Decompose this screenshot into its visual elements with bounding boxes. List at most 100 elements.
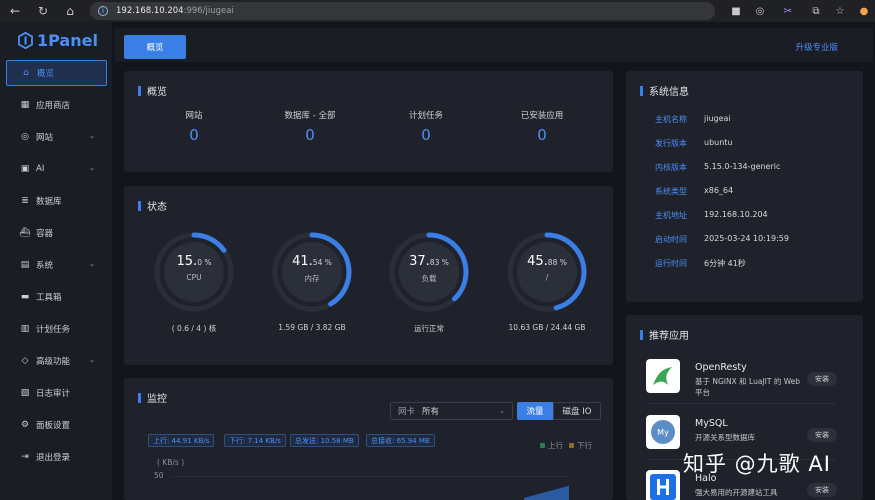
chevron-down-icon: ⌄ bbox=[89, 260, 95, 268]
profile-icon[interactable]: ● bbox=[856, 3, 872, 19]
status-gauge: 41.54 % 内存 bbox=[270, 230, 354, 314]
sidebar-item-11[interactable]: ⚙ 面板设置 bbox=[6, 412, 107, 438]
legend-upload-swatch bbox=[540, 443, 545, 448]
sidebar-item-label: AI bbox=[36, 164, 45, 174]
status-gauge: 37.83 % 负载 bbox=[387, 230, 471, 314]
task-icon: ▥ bbox=[20, 324, 30, 334]
traffic-button[interactable]: 流量 bbox=[517, 402, 553, 420]
app-name: MySQL bbox=[695, 418, 728, 429]
sidebar-item-9[interactable]: ◇ 高级功能 ⌄ bbox=[6, 348, 107, 374]
sidebar-item-3[interactable]: ▣ AI ⌄ bbox=[6, 156, 107, 182]
traffic-chart-area bbox=[524, 486, 569, 500]
container-icon: ⛴ bbox=[19, 228, 31, 238]
app-desc: 开源关系型数据库 bbox=[695, 433, 755, 442]
brand-name: 1Panel bbox=[37, 30, 98, 50]
overview-stat[interactable]: 计划任务 0 bbox=[371, 109, 481, 144]
chevron-down-icon: ⌄ bbox=[89, 356, 95, 364]
sidebar-item-label: 系统 bbox=[36, 261, 54, 271]
install-button[interactable]: 安装 bbox=[807, 372, 837, 386]
divider bbox=[646, 403, 836, 404]
nic-label: 网卡 bbox=[398, 407, 416, 417]
sidebar-item-6[interactable]: ▤ 系统 ⌄ bbox=[6, 252, 107, 278]
sidebar-item-8[interactable]: ▥ 计划任务 bbox=[6, 316, 107, 342]
database-icon: ≣ bbox=[21, 196, 29, 206]
hexagon-logo-icon bbox=[18, 31, 33, 49]
site-info-icon[interactable]: i bbox=[98, 6, 108, 16]
extension-shield-icon[interactable]: ■ bbox=[728, 3, 744, 19]
sidebar-item-label: 容器 bbox=[36, 229, 54, 239]
extension-puzzle-icon[interactable]: ⧉ bbox=[808, 3, 824, 19]
logout-icon: ⇥ bbox=[21, 452, 29, 462]
sidebar-item-12[interactable]: ⇥ 退出登录 bbox=[6, 444, 107, 470]
chevron-down-icon: ⌄ bbox=[89, 164, 95, 172]
sysinfo-value: 192.168.10.204 bbox=[704, 210, 768, 219]
gauge-value: 15.0 % bbox=[176, 254, 212, 269]
y-axis-unit: ( KB/s ) bbox=[157, 458, 185, 467]
legend-download-swatch bbox=[569, 443, 574, 448]
sysinfo-row: 内核版本 5.15.0-134-generic bbox=[655, 162, 780, 174]
stat-label: 已安装应用 bbox=[520, 111, 564, 121]
back-icon[interactable]: ← bbox=[4, 0, 26, 22]
gauge-footnote: 1.59 GB / 3.82 GB bbox=[278, 323, 346, 332]
brand-logo[interactable]: 1Panel bbox=[18, 30, 98, 50]
nic-select[interactable]: 网卡 所有 ⌄ bbox=[390, 402, 513, 420]
gauge-value: 41.54 % bbox=[292, 254, 332, 269]
sidebar-item-7[interactable]: ▬ 工具箱 bbox=[6, 284, 107, 310]
toolbox-icon: ▬ bbox=[20, 292, 30, 302]
sidebar-item-label: 概览 bbox=[37, 69, 55, 79]
sidebar-item-2[interactable]: ◎ 网站 ⌄ bbox=[6, 124, 107, 150]
install-button[interactable]: 安装 bbox=[807, 428, 837, 442]
gauge-footnote: ( 0.6 / 4 ) 核 bbox=[171, 324, 217, 333]
url-path: :996/jiugeai bbox=[183, 6, 234, 16]
sysinfo-value: 2025-03-24 10:19:59 bbox=[704, 234, 789, 243]
sidebar-item-5[interactable]: ⛴ 容器 bbox=[6, 220, 107, 246]
stat-label: 网站 bbox=[185, 111, 203, 121]
gauge-value: 37.83 % bbox=[409, 254, 449, 269]
overview-title: 概览 bbox=[138, 83, 167, 98]
sysinfo-row: 发行版本 ubuntu bbox=[655, 138, 733, 150]
top-tab-bar: 概览 升级专业版 bbox=[115, 28, 873, 62]
sidebar-item-4[interactable]: ≣ 数据库 bbox=[6, 188, 107, 214]
extension-compass-icon[interactable]: ◎ bbox=[752, 3, 768, 19]
sidebar-item-label: 日志审计 bbox=[36, 389, 71, 399]
robot-icon: ▣ bbox=[20, 164, 30, 174]
globe-icon: ◎ bbox=[21, 132, 29, 142]
overview-stat[interactable]: 数据库 - 全部 0 bbox=[255, 109, 365, 144]
extension-scissors-icon[interactable]: ✂ bbox=[780, 3, 796, 19]
install-button[interactable]: 安装 bbox=[807, 483, 837, 497]
overview-stat[interactable]: 已安装应用 0 bbox=[487, 109, 597, 144]
status-gauge: 45.88 % / bbox=[505, 230, 589, 314]
chevron-down-icon: ⌄ bbox=[89, 132, 95, 140]
sidebar-item-label: 网站 bbox=[36, 133, 54, 143]
sidebar-item-label: 面板设置 bbox=[36, 421, 71, 431]
upgrade-pro-link[interactable]: 升级专业版 bbox=[795, 41, 838, 53]
grid-icon: ▦ bbox=[20, 100, 30, 110]
sysinfo-row: 主机名称 jiugeai bbox=[655, 114, 731, 126]
app-card[interactable]: OpenResty 基于 NGINX 和 LuaJIT 的 Web 平台 安装 bbox=[646, 359, 856, 399]
sidebar-item-0[interactable]: ⌂ 概览 bbox=[6, 60, 107, 86]
disk-io-button[interactable]: 磁盘 IO bbox=[553, 402, 601, 420]
sysinfo-panel: 系统信息 主机名称 jiugeai 发行版本 ubuntu 内核版本 5.15.0-134… bbox=[626, 71, 863, 302]
watermark: 知乎 @九歌 AI bbox=[683, 452, 831, 476]
chart-gridline bbox=[170, 476, 570, 477]
address-bar[interactable]: i 192.168.10.204:996/jiugeai bbox=[90, 2, 715, 20]
overview-panel: 概览 网站 0 数据库 - 全部 0 计划任务 0 已安装应用 0 bbox=[124, 71, 613, 172]
home-icon: ⌂ bbox=[23, 68, 29, 78]
overview-stat[interactable]: 网站 0 bbox=[139, 109, 249, 144]
sysinfo-key: 运行时间 bbox=[655, 259, 687, 268]
traffic-stat-chip: 总接收: 65.94 MB bbox=[366, 434, 435, 447]
sysinfo-key: 主机地址 bbox=[655, 211, 687, 220]
sysinfo-title: 系统信息 bbox=[640, 83, 689, 98]
sysinfo-row: 运行时间 6分钟 41秒 bbox=[655, 258, 746, 270]
legend-download: 下行 bbox=[569, 440, 592, 451]
tab-overview[interactable]: 概览 bbox=[124, 35, 186, 59]
app-name: OpenResty bbox=[695, 362, 747, 373]
sidebar-item-10[interactable]: ▧ 日志审计 bbox=[6, 380, 107, 406]
home-browser-icon[interactable]: ⌂ bbox=[59, 0, 81, 22]
bookmark-icon[interactable]: ☆ bbox=[832, 3, 848, 19]
sidebar-item-1[interactable]: ▦ 应用商店 bbox=[6, 92, 107, 118]
app-desc: 基于 NGINX 和 LuaJIT 的 Web 平台 bbox=[695, 377, 801, 397]
sysinfo-value: x86_64 bbox=[704, 186, 734, 195]
apps-title: 推荐应用 bbox=[640, 327, 689, 342]
reload-icon[interactable]: ↻ bbox=[32, 0, 54, 22]
